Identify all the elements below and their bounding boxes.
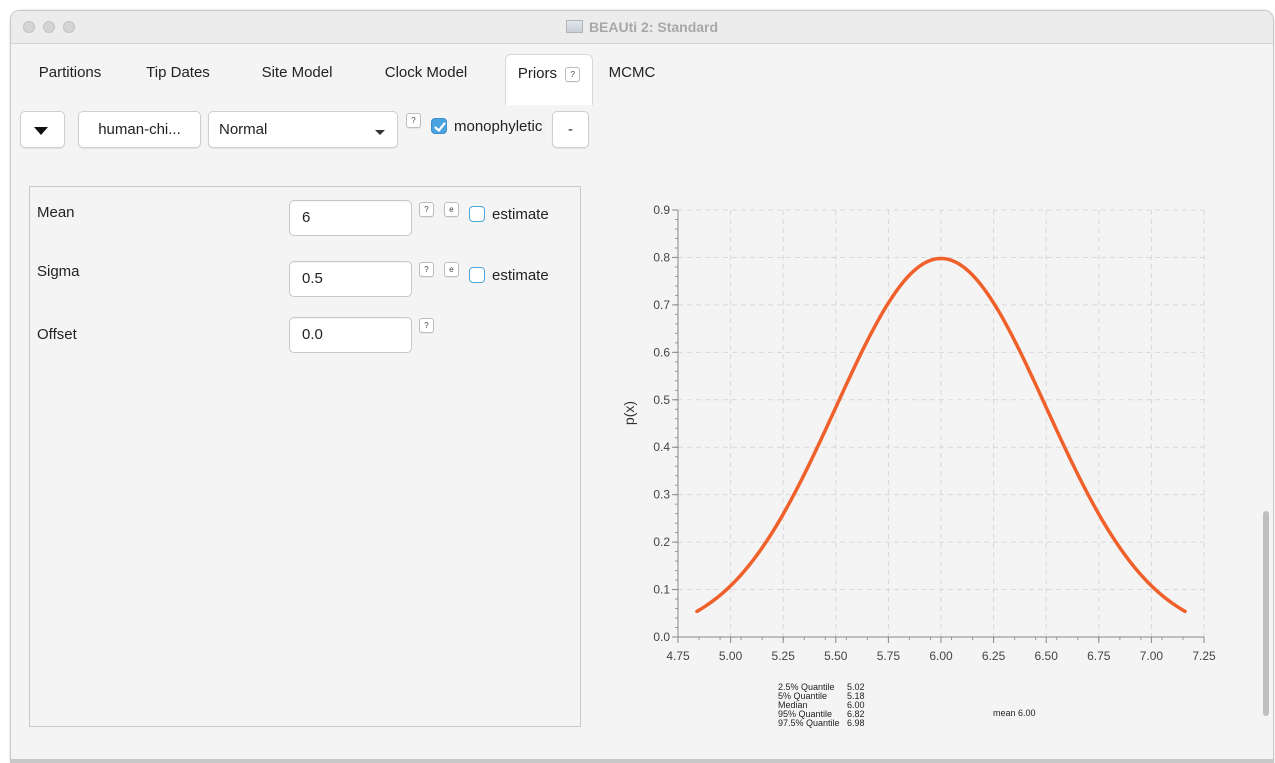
- distribution-value: Normal: [219, 121, 268, 138]
- y-tick-label: 0.3: [653, 488, 670, 502]
- priors-help-button[interactable]: ?: [565, 66, 581, 82]
- tab-clock-model[interactable]: Clock Model: [371, 54, 481, 105]
- mean-estimate-label: estimate: [492, 206, 549, 223]
- x-tick-labels: 4.75 5.00 5.25 5.50 5.75 6.00 6.25 6.50 6.75 7.00…: [666, 649, 1216, 663]
- window-title: BEAUti 2: Standard: [11, 19, 1273, 35]
- x-tick-label: 6.50: [1035, 649, 1059, 663]
- monophyletic-label: monophyletic: [454, 118, 543, 135]
- sigma-edit-button[interactable]: e: [444, 262, 459, 277]
- checkmark-icon: [434, 122, 446, 132]
- app-icon: [565, 20, 583, 33]
- sigma-label: Sigma: [37, 263, 80, 280]
- y-tick-label: 0.4: [653, 440, 670, 454]
- sigma-estimate-checkbox[interactable]: [469, 267, 485, 283]
- y-tick-label: 0.7: [653, 298, 670, 312]
- tab-priors[interactable]: Priors ?: [505, 54, 593, 105]
- stat-label: 97.5% Quantile: [778, 718, 840, 728]
- tab-mcmc[interactable]: MCMC: [601, 54, 663, 105]
- offset-help-button[interactable]: ?: [419, 318, 434, 333]
- chart-axes: [672, 209, 1205, 643]
- triangle-down-icon: [34, 127, 48, 135]
- offset-input[interactable]: 0.0: [289, 317, 412, 353]
- y-tick-labels: 0.0 0.1 0.2 0.3 0.4 0.5 0.6 0.7 0.8 0.9: [653, 203, 670, 644]
- y-tick-label: 0.2: [653, 535, 670, 549]
- x-tick-label: 5.00: [719, 649, 743, 663]
- x-tick-label: 5.50: [824, 649, 848, 663]
- mean-input[interactable]: 6: [289, 200, 412, 236]
- y-tick-label: 0.1: [653, 583, 670, 597]
- quantile-stats: 2.5% Quantile 5.025% Quantile 5.18Median 6.…: [778, 682, 865, 728]
- distribution-help-button[interactable]: ?: [406, 113, 421, 128]
- mean-edit-button[interactable]: e: [444, 202, 459, 217]
- chart-grid: [677, 209, 1205, 638]
- chart-minor-ticks: [675, 209, 1205, 640]
- window-title-text: BEAUti 2: Standard: [588, 19, 719, 35]
- mean-stat: mean 6.00: [993, 708, 1036, 718]
- x-tick-label: 6.75: [1087, 649, 1111, 663]
- beauti-window: BEAUti 2: Standard Partitions Tip Dates …: [10, 10, 1274, 763]
- x-tick-label: 6.25: [982, 649, 1006, 663]
- tab-tip-dates[interactable]: Tip Dates: [137, 54, 219, 105]
- parameter-panel: Mean 6 ? e estimate Sigma 0.5 ? e estima…: [29, 186, 581, 727]
- offset-label: Offset: [37, 326, 77, 343]
- x-tick-label: 5.75: [877, 649, 901, 663]
- tab-site-model[interactable]: Site Model: [251, 54, 343, 105]
- tab-partitions[interactable]: Partitions: [25, 54, 115, 105]
- distribution-select[interactable]: Normal: [208, 111, 398, 148]
- mean-help-button[interactable]: ?: [419, 202, 434, 217]
- sigma-help-button[interactable]: ?: [419, 262, 434, 277]
- title-bar: BEAUti 2: Standard: [11, 11, 1273, 44]
- vertical-scrollbar[interactable]: [1263, 511, 1269, 716]
- sigma-estimate-label: estimate: [492, 267, 549, 284]
- y-tick-label: 0.0: [653, 630, 670, 644]
- mean-label: Mean: [37, 204, 75, 221]
- mean-estimate-checkbox[interactable]: [469, 206, 485, 222]
- prior-density-chart: 4.75 5.00 5.25 5.50 5.75 6.00 6.25 6.50 6.75 7.00…: [621, 203, 1216, 728]
- expand-prior-button[interactable]: [20, 111, 65, 148]
- y-tick-label: 0.9: [653, 203, 670, 217]
- remove-prior-button[interactable]: -: [552, 111, 589, 148]
- monophyletic-checkbox[interactable]: [431, 118, 447, 134]
- x-tick-label: 6.00: [929, 649, 953, 663]
- y-tick-label: 0.6: [653, 345, 670, 359]
- taxon-set-button[interactable]: human-chi...: [78, 111, 201, 148]
- chevron-down-icon: [375, 130, 385, 135]
- x-tick-label: 5.25: [772, 649, 796, 663]
- y-tick-label: 0.8: [653, 250, 670, 264]
- x-tick-label: 7.25: [1192, 649, 1216, 663]
- sigma-input[interactable]: 0.5: [289, 261, 412, 297]
- y-tick-label: 0.5: [653, 393, 670, 407]
- x-tick-label: 7.00: [1140, 649, 1164, 663]
- x-tick-label: 4.75: [666, 649, 690, 663]
- stat-value: 6.98: [847, 718, 865, 728]
- y-axis-label: p(x): [621, 401, 637, 425]
